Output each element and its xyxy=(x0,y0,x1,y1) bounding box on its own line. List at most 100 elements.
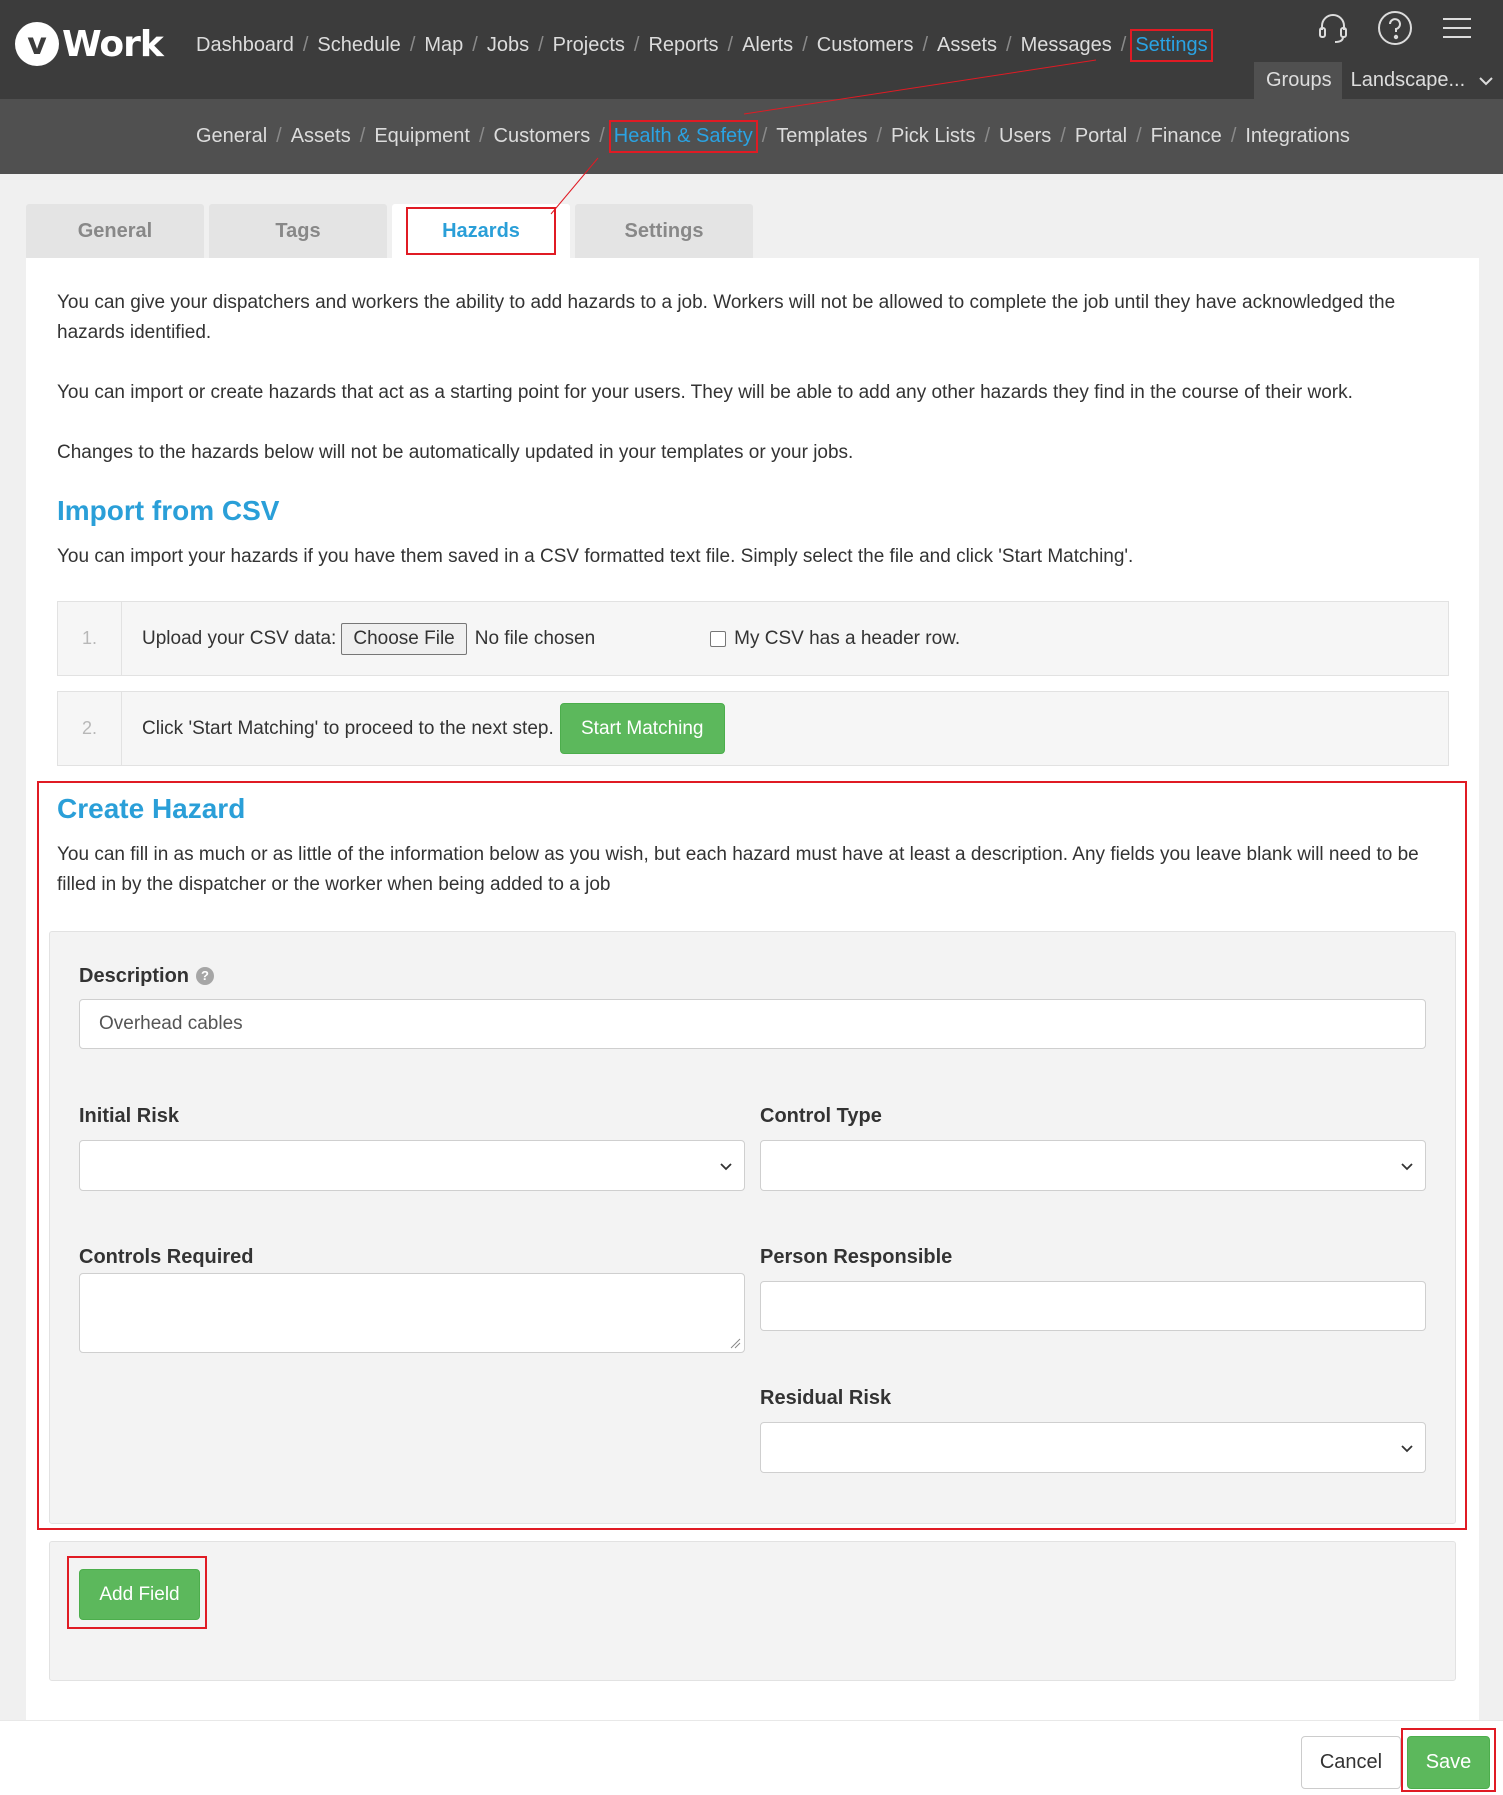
nav-separator: / xyxy=(922,34,929,56)
import-step-2: 2. Click 'Start Matching' to proceed to … xyxy=(57,691,1449,766)
group-dropdown[interactable]: Landscape... xyxy=(1341,62,1503,99)
description-value: Overhead cables xyxy=(99,1013,243,1034)
nav-messages[interactable]: Messages xyxy=(1021,34,1112,57)
description-label-text: Description xyxy=(79,965,190,987)
nav-customers[interactable]: Customers xyxy=(817,34,914,57)
groups-label[interactable]: Groups xyxy=(1254,69,1342,92)
start-matching-button[interactable]: Start Matching xyxy=(559,703,725,754)
nav-separator: / xyxy=(984,125,991,147)
description-label: Description? xyxy=(79,965,215,988)
subnav-equipment[interactable]: Equipment xyxy=(374,125,470,148)
nav-separator: / xyxy=(1230,125,1237,147)
person-responsible-input[interactable] xyxy=(760,1281,1426,1331)
control-type-label: Control Type xyxy=(760,1105,882,1127)
tab-settings[interactable]: Settings xyxy=(575,204,753,258)
nav-separator: / xyxy=(409,34,416,56)
nav-separator: / xyxy=(276,125,282,147)
nav-separator: / xyxy=(727,34,734,56)
create-hazard-description: You can fill in as much or as little of … xyxy=(57,844,1419,895)
create-hazard-title: Create Hazard xyxy=(57,793,246,824)
nav-separator: / xyxy=(761,125,768,147)
add-field-button[interactable]: Add Field xyxy=(79,1569,200,1620)
nav-assets[interactable]: Assets xyxy=(937,34,997,57)
nav-separator: / xyxy=(1006,34,1012,56)
nav-dashboard[interactable]: Dashboard xyxy=(196,34,294,57)
intro-paragraph-3: Changes to the hazards below will not be… xyxy=(57,442,854,463)
vwork-logo[interactable]: v Work xyxy=(15,22,164,66)
subnav-pick-lists[interactable]: Pick Lists xyxy=(891,125,975,148)
save-button[interactable]: Save xyxy=(1407,1736,1490,1789)
subnav-assets[interactable]: Assets xyxy=(291,125,351,148)
footer-bar xyxy=(0,1720,1503,1795)
group-selector[interactable]: Groups Landscape... xyxy=(1254,62,1503,99)
nav-separator: / xyxy=(633,34,640,56)
choose-file-button[interactable]: Choose File xyxy=(341,622,467,655)
help-icon[interactable] xyxy=(1377,10,1413,46)
initial-risk-label: Initial Risk xyxy=(79,1105,180,1127)
tab-general[interactable]: General xyxy=(26,204,204,258)
tab-hazards[interactable]: Hazards xyxy=(392,204,570,258)
tab-tags[interactable]: Tags xyxy=(209,204,387,258)
tab-label: General xyxy=(77,219,153,242)
help-icon[interactable]: ? xyxy=(196,966,215,985)
description-input[interactable]: Overhead cables xyxy=(79,999,1426,1049)
nav-settings[interactable]: Settings xyxy=(1130,29,1213,62)
nav-separator: / xyxy=(1120,34,1127,56)
header-row-checkbox[interactable] xyxy=(710,630,727,647)
logo-text: Work xyxy=(62,23,164,65)
nav-jobs[interactable]: Jobs xyxy=(487,34,529,57)
import-description: You can import your hazards if you have … xyxy=(57,546,1134,567)
headset-icon[interactable] xyxy=(1315,10,1351,46)
nav-separator: / xyxy=(302,34,309,56)
step-number: 1. xyxy=(58,602,122,675)
cancel-button[interactable]: Cancel xyxy=(1301,1736,1401,1789)
control-type-select[interactable] xyxy=(760,1140,1426,1191)
file-status: No file chosen xyxy=(474,627,596,649)
residual-risk-select[interactable] xyxy=(760,1422,1426,1473)
subnav-portal[interactable]: Portal xyxy=(1075,125,1127,148)
start-matching-instructions: Click 'Start Matching' to proceed to the… xyxy=(142,717,554,739)
chevron-down-icon xyxy=(1401,1444,1413,1452)
nav-reports[interactable]: Reports xyxy=(648,34,718,57)
nav-separator: / xyxy=(599,125,605,147)
nav-separator: / xyxy=(538,34,544,56)
tab-label: Hazards xyxy=(406,207,556,255)
main-nav: Dashboard / Schedule / Map / Jobs / Projects… xyxy=(196,29,1213,62)
nav-projects[interactable]: Projects xyxy=(553,34,625,57)
subnav-customers[interactable]: Customers xyxy=(494,125,591,148)
selected-group: Landscape... xyxy=(1350,69,1466,91)
intro-paragraph-2: You can import or create hazards that ac… xyxy=(57,382,1353,403)
nav-separator: / xyxy=(876,125,883,147)
settings-sub-nav: General / Assets / Equipment / Customers / H… xyxy=(196,120,1350,153)
logo-mark: v xyxy=(15,22,59,66)
person-responsible-label: Person Responsible xyxy=(760,1246,953,1268)
menu-icon[interactable] xyxy=(1439,10,1475,46)
controls-required-textarea[interactable] xyxy=(79,1273,745,1353)
initial-risk-select[interactable] xyxy=(79,1140,745,1191)
chevron-down-icon xyxy=(1401,1162,1413,1170)
nav-schedule[interactable]: Schedule xyxy=(317,34,400,57)
resize-handle-icon[interactable] xyxy=(729,1337,741,1349)
subnav-templates[interactable]: Templates xyxy=(776,125,867,148)
tab-label: Tags xyxy=(275,219,321,242)
import-title: Import from CSV xyxy=(57,495,280,526)
nav-alerts[interactable]: Alerts xyxy=(742,34,793,57)
nav-separator: / xyxy=(1060,125,1066,147)
nav-map[interactable]: Map xyxy=(424,34,463,57)
nav-separator: / xyxy=(1136,125,1142,147)
upload-label: Upload your CSV data: xyxy=(142,627,337,649)
subnav-general[interactable]: General xyxy=(196,125,267,148)
residual-risk-label: Residual Risk xyxy=(760,1387,892,1409)
subnav-users[interactable]: Users xyxy=(999,125,1051,148)
subnav-health-safety[interactable]: Health & Safety xyxy=(608,120,758,153)
top-icons xyxy=(1315,10,1475,46)
chevron-down-icon xyxy=(1479,76,1493,85)
subnav-finance[interactable]: Finance xyxy=(1151,125,1222,148)
tab-label: Settings xyxy=(624,219,704,242)
step-number: 2. xyxy=(58,692,122,765)
add-field-panel xyxy=(49,1541,1456,1681)
subnav-integrations[interactable]: Integrations xyxy=(1245,125,1350,148)
chevron-down-icon xyxy=(720,1162,732,1170)
header-row-label: My CSV has a header row. xyxy=(734,627,961,649)
header-row-option[interactable]: My CSV has a header row. xyxy=(710,628,960,650)
